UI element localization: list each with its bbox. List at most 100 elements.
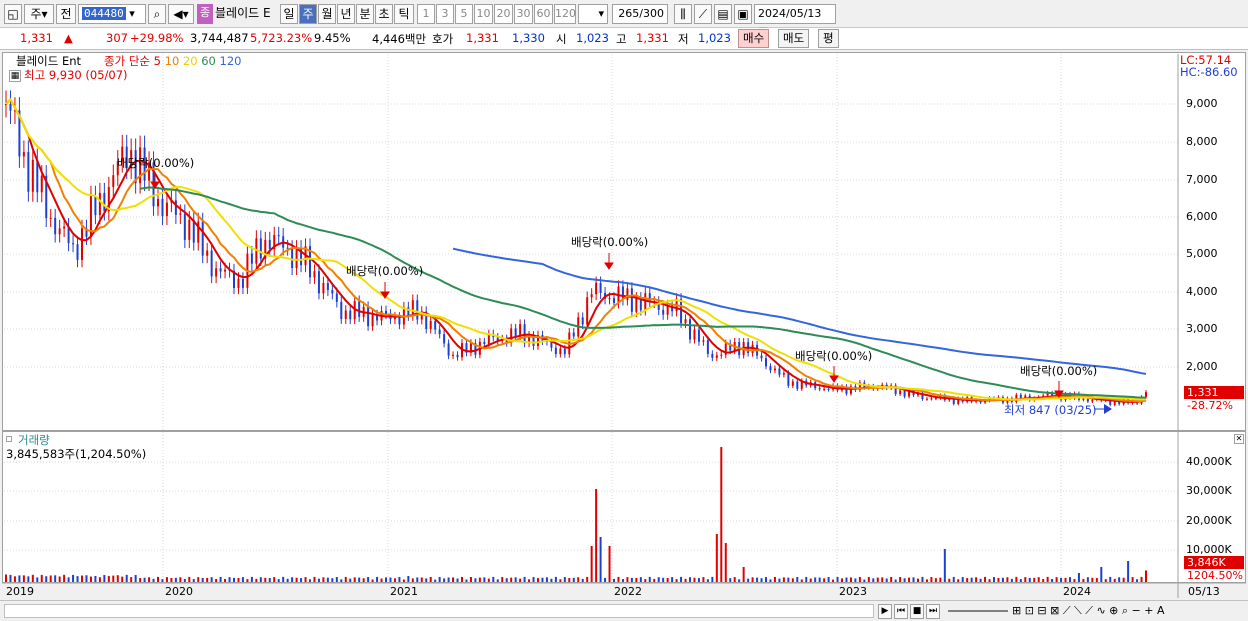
volume-bar: [1019, 579, 1022, 582]
min-price-label: 최저 847 (03/25): [1004, 403, 1097, 417]
volume-bar: [711, 576, 714, 582]
candle-body: [613, 298, 615, 303]
volume-bar: [1109, 576, 1112, 582]
candle-body: [595, 282, 598, 295]
chart-scrollbar[interactable]: ▶ ⏮ ■ ⏭ ⊞ ⊡ ⊟ ⊠ ⟋ ⟍ ⟋ ∿ ⊕ ⌕ − + A: [0, 600, 1248, 621]
volume-bar: [295, 577, 298, 582]
volume-bar: [67, 577, 70, 582]
volume-bar: [210, 577, 213, 582]
scroll-track[interactable]: [4, 604, 874, 618]
last-icon[interactable]: ⏭: [926, 604, 940, 619]
volume-bar: [970, 577, 973, 582]
candle-body: [157, 198, 159, 207]
volume-bar: [1064, 577, 1067, 582]
volume-bar: [367, 577, 370, 582]
volume-bar: [765, 577, 767, 582]
volume-bar: [769, 579, 772, 582]
volume-bar: [411, 578, 414, 582]
volume-bar: [371, 579, 374, 582]
volume-bar: [313, 576, 316, 582]
candle-body: [58, 228, 61, 235]
candle-body: [103, 192, 106, 212]
volume-bar: [1042, 578, 1045, 582]
volume-bar: [858, 576, 861, 582]
volume-bar: [443, 578, 446, 582]
current-price-tag: 1,331: [1184, 386, 1244, 399]
volume-bar: [537, 578, 539, 582]
candle-body: [112, 175, 115, 188]
close-pane-icon[interactable]: ✕: [1234, 434, 1244, 444]
candle-body: [335, 293, 338, 302]
zoom-slider[interactable]: [948, 610, 1008, 612]
volume-current: 3,845,583주(1,204.50%): [6, 447, 147, 461]
volume-square-icon: [6, 436, 12, 442]
ma-legend-prefix: 종가 단순: [104, 54, 150, 68]
volume-bar: [1100, 567, 1103, 582]
x-label-2020: 2020: [165, 585, 193, 598]
volume-bar: [18, 575, 21, 582]
volume-bar: [747, 578, 750, 582]
volume-bar: [447, 577, 450, 582]
y-tick-9000: 9,000: [1186, 97, 1218, 110]
volume-bar: [617, 576, 620, 582]
volume-bar: [756, 577, 759, 582]
candle-body: [1145, 392, 1147, 397]
volume-bar: [40, 574, 43, 582]
volume-bar: [456, 578, 459, 582]
candle-body: [398, 317, 401, 325]
candle-body: [411, 300, 414, 316]
volume-bar: [836, 576, 839, 582]
candle-body: [434, 321, 437, 330]
volume-bar: [9, 574, 12, 582]
volume-bar: [107, 576, 110, 582]
volume-bar: [1131, 577, 1134, 582]
volume-bar: [961, 577, 964, 582]
candle-body: [81, 228, 83, 260]
ma120-label: 120: [219, 54, 242, 68]
candle-body: [697, 329, 700, 342]
candle-body: [72, 243, 75, 245]
candle-body: [429, 321, 432, 329]
volume-bar: [219, 576, 222, 582]
y-tick-5000: 5,000: [1186, 247, 1218, 260]
volume-bar: [407, 576, 410, 582]
stop-icon[interactable]: ■: [910, 604, 924, 619]
volume-bar: [595, 489, 598, 582]
scroll-right-icon[interactable]: ▶: [878, 604, 892, 619]
tools-icons[interactable]: ⊞ ⊡ ⊟ ⊠ ⟋ ⟍ ⟋ ∿ ⊕ ⌕ − + A: [1012, 604, 1164, 618]
volume-bar: [671, 577, 674, 582]
volume-bar: [733, 577, 736, 582]
volume-bar: [693, 577, 696, 582]
volume-bar: [58, 576, 61, 582]
volume-bar: [246, 579, 249, 582]
volume-bar: [899, 577, 902, 582]
x-label-2021: 2021: [390, 585, 418, 598]
candle-body: [206, 250, 209, 256]
volume-bar: [425, 578, 428, 582]
y-tick-7000: 7,000: [1186, 173, 1218, 186]
volume-bar: [362, 578, 365, 582]
volume-bar: [697, 578, 700, 582]
candle-body: [27, 152, 30, 192]
volume-bar: [934, 578, 937, 582]
table-icon[interactable]: ▦: [9, 70, 21, 82]
max-price-label: 최고 9,930 (05/07): [24, 68, 128, 82]
volume-bar: [984, 576, 987, 582]
candle-body: [40, 175, 43, 193]
ma-line-5: [5, 98, 1147, 403]
volume-bar: [626, 577, 629, 582]
candle-body: [268, 239, 271, 250]
volume-bar: [358, 577, 361, 582]
volume-bar: [943, 549, 946, 582]
candle-body: [693, 329, 696, 340]
volume-bar: [1069, 577, 1071, 582]
volume-bar: [157, 576, 159, 582]
candle-body: [711, 353, 714, 358]
volume-bar: [675, 579, 678, 582]
vol-tick-10000: 10,000K: [1186, 543, 1232, 556]
candle-body: [358, 301, 361, 317]
volume-bar: [255, 578, 258, 582]
chart-canvas: [2, 54, 1246, 598]
first-icon[interactable]: ⏮: [894, 604, 908, 619]
candle-body: [54, 217, 57, 235]
